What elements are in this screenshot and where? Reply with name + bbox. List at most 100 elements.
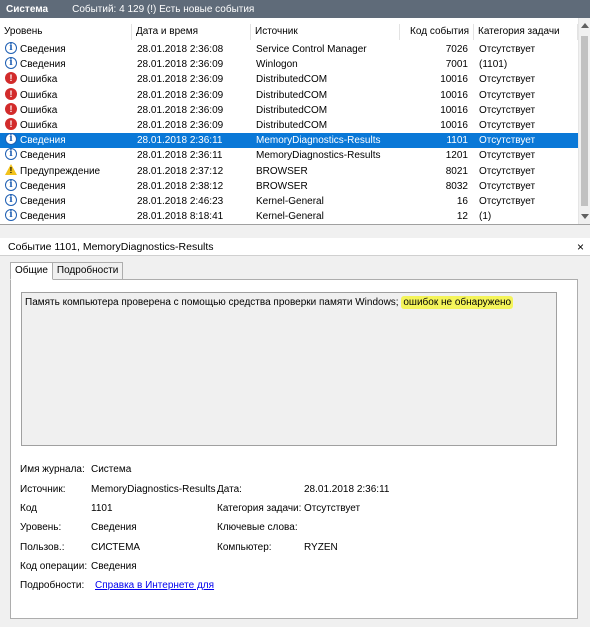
column-source[interactable]: Источник	[251, 24, 400, 40]
category-cell: (1)	[479, 211, 492, 223]
scroll-up-icon[interactable]	[581, 23, 589, 28]
vertical-scrollbar[interactable]	[578, 18, 590, 224]
level-cell: Ошибка	[20, 74, 58, 86]
level-cell: Сведения	[20, 211, 66, 223]
level-cell: Ошибка	[20, 104, 58, 116]
event-detail-header: Событие 1101, MemoryDiagnostics-Results …	[0, 238, 590, 256]
source-cell: Kernel-General	[256, 211, 324, 223]
table-row[interactable]: i Сведения 28.01.2018 2:38:12 BROWSER 8032 От…	[0, 178, 578, 194]
column-date[interactable]: Дата и время	[132, 24, 251, 40]
info-icon: i	[5, 133, 17, 146]
table-row[interactable]: i Сведения 28.01.2018 8:18:41 Kernel-Genera…	[0, 209, 578, 224]
category-cell: Отсутствует	[479, 74, 536, 86]
event-id-cell: 16	[456, 195, 468, 207]
level-cell: Сведения	[20, 59, 66, 71]
error-icon: !	[5, 102, 17, 115]
column-level[interactable]: Уровень	[0, 24, 132, 40]
event-list[interactable]: Уровень Дата и время Источник Код событи…	[0, 18, 590, 225]
date-label: Дата:	[217, 484, 242, 495]
online-help-link[interactable]: Справка в Интернете для	[95, 580, 214, 591]
table-row[interactable]: ! Ошибка 28.01.2018 2:36:09 DistributedCOM 1…	[0, 117, 578, 133]
task-category-value: Отсутствует	[304, 503, 361, 514]
table-row[interactable]: i Сведения 28.01.2018 2:46:23 Kernel-Genera…	[0, 193, 578, 209]
source-cell: DistributedCOM	[256, 104, 328, 116]
date-value: 28.01.2018 2:36:11	[304, 484, 390, 495]
level-cell: Ошибка	[20, 89, 58, 101]
date-cell: 28.01.2018 2:36:09	[137, 119, 224, 131]
table-row[interactable]: i Сведения 28.01.2018 2:36:08 Service Contr…	[0, 42, 578, 57]
event-id-cell: 7001	[445, 59, 468, 71]
date-cell: 28.01.2018 2:36:11	[137, 135, 223, 147]
table-row[interactable]: ! Ошибка 28.01.2018 2:36:09 DistributedCOM 1…	[0, 72, 578, 87]
event-id-cell: 10016	[440, 89, 468, 101]
category-cell: Отсутствует	[479, 135, 536, 147]
table-row[interactable]: i Сведения 28.01.2018 2:36:09 Winlogon 7001 (…	[0, 57, 578, 72]
date-cell: 28.01.2018 2:36:09	[137, 104, 224, 116]
category-cell: Отсутствует	[479, 89, 536, 101]
user-label: Пользов.:	[20, 542, 65, 553]
source-cell: DistributedCOM	[256, 74, 328, 86]
level-cell: Сведения	[20, 135, 66, 147]
source-cell: Kernel-General	[256, 195, 324, 207]
detail-tabs: Общие Подробности	[10, 262, 124, 280]
event-id-value: 1101	[91, 503, 113, 514]
category-cell: (1101)	[479, 59, 508, 71]
info-icon: i	[5, 57, 17, 70]
event-id-cell: 8021	[445, 165, 468, 177]
event-rows: i Сведения 28.01.2018 2:36:08 Service Contr…	[0, 42, 578, 224]
level-cell: Сведения	[20, 180, 66, 192]
event-id-cell: 8032	[445, 180, 468, 192]
level-cell: Сведения	[20, 44, 66, 55]
event-id-label: Код	[20, 503, 38, 514]
event-message-highlight: ошибок не обнаружено	[401, 296, 514, 309]
info-icon: i	[5, 193, 17, 206]
source-cell: Service Control Manager	[256, 44, 367, 55]
category-cell: Отсутствует	[479, 104, 536, 116]
date-cell: 28.01.2018 2:36:08	[137, 44, 224, 55]
event-count-summary: Событий: 4 129 (!) Есть новые события	[72, 3, 255, 15]
source-cell: DistributedCOM	[256, 89, 328, 101]
event-id-cell: 7026	[445, 44, 468, 55]
date-cell: 28.01.2018 2:46:23	[137, 195, 224, 207]
source-cell: BROWSER	[256, 165, 308, 177]
info-icon: i	[5, 148, 17, 161]
table-row[interactable]: i Сведения 28.01.2018 2:36:11 MemoryDiagnos…	[0, 133, 578, 149]
date-cell: 28.01.2018 2:36:09	[137, 89, 224, 101]
log-title-bar: Система Событий: 4 129 (!) Есть новые со…	[0, 0, 590, 18]
scroll-down-icon[interactable]	[581, 214, 589, 219]
column-event-id[interactable]: Код события	[400, 24, 474, 40]
computer-value: RYZEN	[304, 542, 338, 553]
event-id-cell: 1201	[445, 150, 468, 162]
tab-details[interactable]: Подробности	[51, 262, 124, 280]
tab-general[interactable]: Общие	[10, 262, 53, 280]
category-cell: Отсутствует	[479, 44, 536, 55]
source-cell: Winlogon	[256, 59, 298, 71]
column-header: Уровень Дата и время Источник Код событи…	[0, 24, 578, 40]
category-cell: Отсутствует	[479, 119, 536, 131]
date-cell: 28.01.2018 8:18:41	[137, 211, 224, 223]
info-icon: i	[5, 42, 17, 54]
scroll-thumb[interactable]	[581, 36, 588, 206]
table-row[interactable]: ! Ошибка 28.01.2018 2:36:09 DistributedCOM 1…	[0, 87, 578, 103]
user-value: СИСТЕМА	[91, 542, 141, 553]
source-cell: BROWSER	[256, 180, 308, 192]
event-id-cell: 10016	[440, 119, 468, 131]
error-icon: !	[5, 87, 17, 100]
category-cell: Отсутствует	[479, 150, 536, 162]
table-row[interactable]: ! Предупреждение 28.01.2018 2:37:12 BROWSER…	[0, 163, 578, 179]
table-row[interactable]: i Сведения 28.01.2018 2:36:11 MemoryDiagnos…	[0, 148, 578, 163]
level-cell: Предупреждение	[20, 165, 101, 177]
date-cell: 28.01.2018 2:36:11	[137, 150, 223, 162]
keywords-label: Ключевые слова:	[217, 522, 298, 533]
event-id-cell: 10016	[440, 74, 468, 86]
event-message[interactable]: Память компьютера проверена с помощью ср…	[21, 292, 557, 446]
warning-icon: !	[5, 163, 17, 176]
log-name-label: Имя журнала:	[20, 464, 85, 475]
error-icon: !	[5, 72, 17, 85]
column-category[interactable]: Категория задачи	[474, 24, 578, 40]
close-icon[interactable]: ×	[577, 238, 584, 256]
table-row[interactable]: ! Ошибка 28.01.2018 2:36:09 DistributedCOM 1…	[0, 102, 578, 118]
opcode-label: Код операции:	[20, 561, 88, 572]
source-cell: DistributedCOM	[256, 119, 328, 131]
source-label: Источник:	[20, 484, 66, 495]
